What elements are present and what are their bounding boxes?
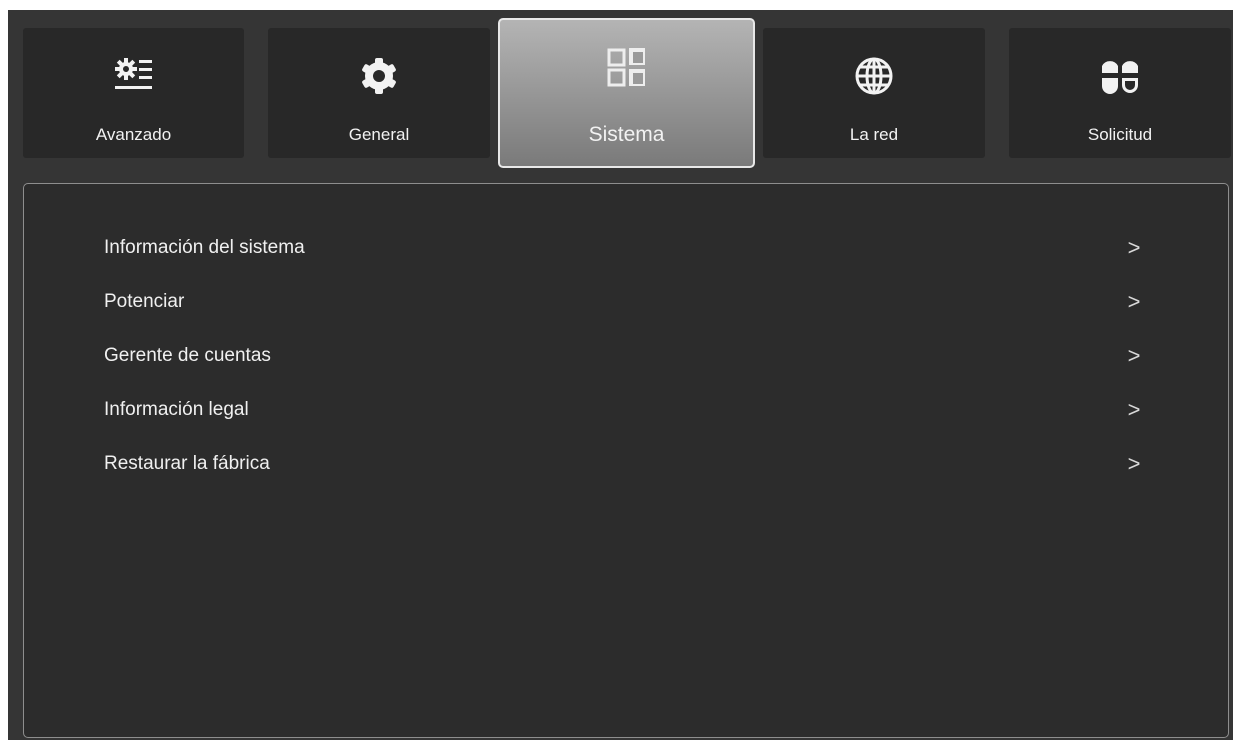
menu-item-informacion-legal[interactable]: Información legal > [104,388,1144,432]
tab-label: General [348,125,410,144]
tab-general[interactable]: General [268,28,490,158]
menu-item-label: Información del sistema [104,237,305,258]
tab-label: Avanzado [95,125,172,144]
globe-icon [852,54,896,98]
tab-solicitud[interactable]: Solicitud [1009,28,1231,158]
tab-avanzado[interactable]: Avanzado [23,28,244,158]
menu-item-label: Potenciar [104,291,185,312]
apps-icon [1098,54,1142,98]
tab-label: Solicitud [1087,125,1153,144]
chevron-right-icon: > [1127,289,1141,314]
menu-item-potenciar[interactable]: Potenciar > [104,280,1144,324]
menu-item-label: Gerente de cuentas [104,345,271,366]
menu-item-label: Restaurar la fábrica [104,453,270,474]
advanced-settings-icon [112,54,156,98]
menu-item-informacion-del-sistema[interactable]: Información del sistema > [104,226,1144,270]
system-windows-icon [605,46,649,90]
tab-label: La red [849,125,899,144]
gear-icon [357,54,401,98]
chevron-right-icon: > [1127,343,1141,368]
menu-item-label: Información legal [104,399,249,420]
tab-la-red[interactable]: La red [763,28,985,158]
chevron-right-icon: > [1127,397,1141,422]
system-menu-panel: Información del sistema > Potenciar > Ge… [23,183,1229,738]
tab-label: Sistema [588,123,665,146]
menu-item-gerente-de-cuentas[interactable]: Gerente de cuentas > [104,334,1144,378]
menu-item-restaurar-la-fabrica[interactable]: Restaurar la fábrica > [104,442,1144,486]
chevron-right-icon: > [1127,235,1141,260]
settings-screen: Avanzado General Sistema La red Solicitu… [8,10,1233,740]
chevron-right-icon: > [1127,451,1141,476]
tab-sistema[interactable]: Sistema [498,18,755,168]
